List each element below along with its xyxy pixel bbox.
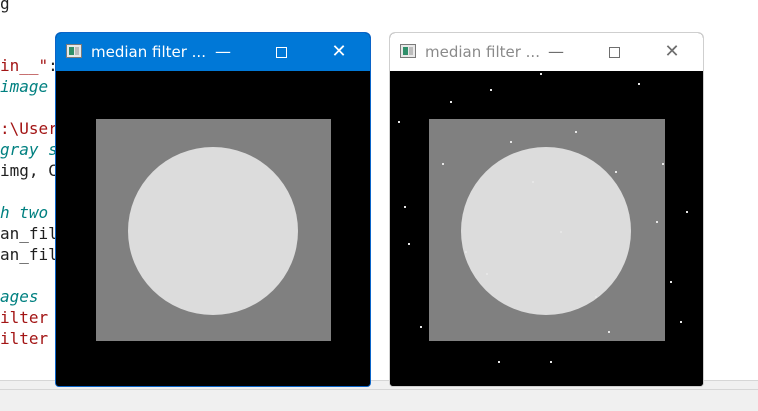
maximize-button[interactable] <box>258 33 304 71</box>
code-token: ilter <box>0 329 58 348</box>
noise-pixel <box>398 121 400 123</box>
code-token: image <box>0 77 49 96</box>
code-token: ilter <box>0 308 58 327</box>
code-line: img, C <box>0 160 58 181</box>
maximize-icon <box>608 47 620 58</box>
noise-pixel <box>662 163 664 165</box>
code-line: h two <box>0 202 48 223</box>
code-line: ilter <box>0 307 58 328</box>
noise-pixel <box>656 221 658 223</box>
image-canvas[interactable] <box>56 71 370 386</box>
noise-pixel <box>420 326 422 328</box>
noise-pixel <box>510 141 512 143</box>
code-line: in__": <box>0 55 58 76</box>
noise-pixel <box>670 281 672 283</box>
noise-pixel <box>595 296 597 298</box>
code-token: an_fil <box>0 224 58 243</box>
noise-pixel <box>450 101 452 103</box>
title-bar[interactable]: median filter ... — ✕ <box>390 33 703 71</box>
code-token: an_fil <box>0 245 58 264</box>
noise-pixel <box>560 231 562 233</box>
maximize-icon <box>275 47 287 58</box>
code-token: :\User <box>0 119 58 138</box>
title-bar[interactable]: median filter ... — ✕ <box>56 33 370 71</box>
noise-pixel <box>465 251 467 253</box>
code-token: g <box>0 0 10 13</box>
noise-pixel <box>404 206 406 208</box>
code-line: an_fil <box>0 223 58 244</box>
noise-pixel <box>550 361 552 363</box>
code-line: ages <box>0 286 39 307</box>
noise-pixel <box>532 181 534 183</box>
code-token: gray s <box>0 140 58 159</box>
light-circle <box>461 147 631 315</box>
code-line: ilter <box>0 328 58 349</box>
code-line: an_fil <box>0 244 58 265</box>
noise-pixel <box>638 83 640 85</box>
close-button[interactable]: ✕ <box>649 33 695 71</box>
noise-pixel <box>540 73 542 75</box>
median-filter-window-right[interactable]: median filter ... — ✕ <box>389 32 704 387</box>
noise-pixel <box>686 211 688 213</box>
code-token: in__" <box>0 56 49 75</box>
noise-pixel <box>575 131 577 133</box>
close-button[interactable]: ✕ <box>316 33 362 71</box>
maximize-button[interactable] <box>591 33 637 71</box>
minimize-button[interactable]: — <box>533 33 579 71</box>
app-image-icon <box>66 44 82 58</box>
code-line: image <box>0 76 48 97</box>
window-title: median filter ... <box>91 43 206 61</box>
code-line: gray s <box>0 139 58 160</box>
minimize-button[interactable]: — <box>200 33 246 71</box>
light-circle <box>128 147 298 315</box>
window-title: median filter ... <box>425 43 540 61</box>
app-image-icon <box>400 44 416 58</box>
noise-pixel <box>615 171 617 173</box>
noise-pixel <box>498 361 500 363</box>
noise-pixel <box>408 243 410 245</box>
noise-pixel <box>486 273 488 275</box>
noise-pixel <box>608 331 610 333</box>
code-line: g <box>0 0 10 14</box>
code-line: :\User <box>0 118 58 139</box>
noise-pixel <box>490 89 492 91</box>
code-token: h two <box>0 203 49 222</box>
noise-pixel <box>442 163 444 165</box>
median-filter-window-left[interactable]: median filter ... — ✕ <box>55 32 371 387</box>
noise-pixel <box>680 321 682 323</box>
image-canvas[interactable] <box>390 71 703 386</box>
code-token: ages <box>0 287 39 306</box>
code-token: img, C <box>0 161 58 180</box>
